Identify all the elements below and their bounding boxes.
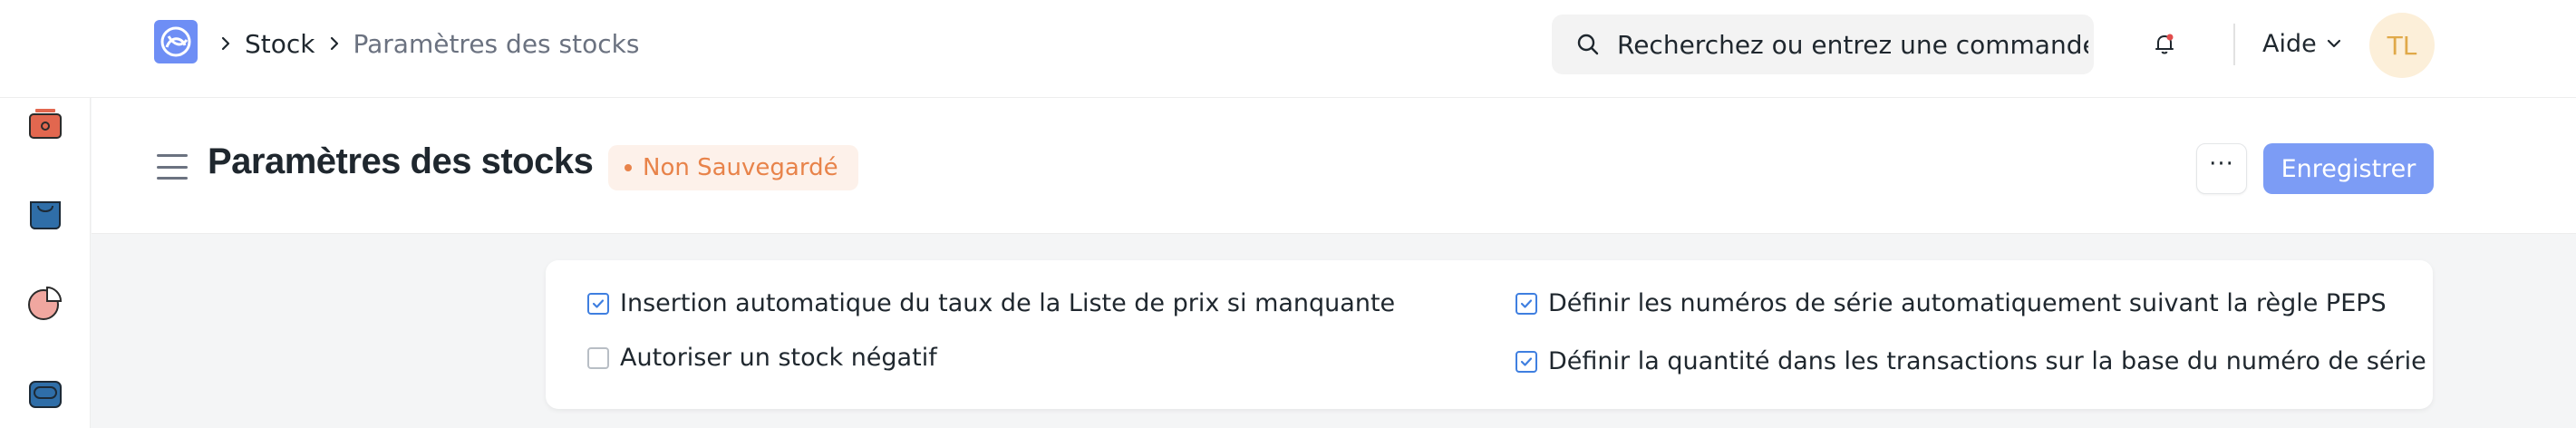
setting-label: Définir les numéros de série automatique…: [1548, 289, 2387, 317]
checkbox-checked[interactable]: [587, 292, 609, 315]
search-input[interactable]: [1617, 29, 2088, 60]
setting-allow-negative-stock[interactable]: Autoriser un stock négatif: [587, 344, 937, 372]
shopping-bag-icon[interactable]: [25, 192, 65, 232]
more-dots-icon: ···: [2209, 151, 2234, 178]
pie-chart-icon[interactable]: [25, 283, 65, 323]
page-header: Paramètres des stocks Non Sauvegardé ···…: [92, 98, 2576, 234]
page-title: Paramètres des stocks: [208, 141, 594, 181]
breadcrumb: Stock Paramètres des stocks: [218, 25, 639, 62]
status-badge: Non Sauvegardé: [608, 145, 858, 190]
top-navbar: Stock Paramètres des stocks Aide TL: [0, 0, 2576, 98]
settings-card: Insertion automatique du taux de la List…: [546, 260, 2433, 409]
breadcrumb-item-current[interactable]: Paramètres des stocks: [353, 29, 640, 59]
help-label: Aide: [2262, 29, 2317, 58]
search-icon: [1575, 32, 1601, 57]
breadcrumb-item-stock[interactable]: Stock: [245, 29, 315, 59]
notification-bell-icon[interactable]: [2148, 27, 2181, 60]
chevron-right-icon: [218, 35, 234, 52]
setting-qty-from-serial[interactable]: Définir la quantité dans les transaction…: [1516, 347, 2426, 375]
navbar-divider: [2233, 24, 2235, 65]
search-bar[interactable]: [1552, 15, 2094, 74]
chevron-down-icon: [2326, 35, 2342, 52]
avatar[interactable]: TL: [2369, 13, 2435, 78]
setting-label: Insertion automatique du taux de la List…: [620, 289, 1396, 317]
save-button[interactable]: Enregistrer: [2263, 143, 2434, 194]
sidebar: [0, 98, 91, 428]
status-dot-icon: [625, 164, 632, 171]
checkbox-checked[interactable]: [1516, 292, 1537, 315]
checkbox-checked[interactable]: [1516, 350, 1537, 373]
setting-label: Définir la quantité dans les transaction…: [1548, 347, 2426, 375]
help-menu-button[interactable]: Aide: [2262, 25, 2342, 62]
setting-label: Autoriser un stock négatif: [620, 344, 937, 372]
stock-box-icon[interactable]: [25, 103, 65, 143]
setting-auto-serial-fifo[interactable]: Définir les numéros de série automatique…: [1516, 289, 2387, 317]
more-actions-button[interactable]: ···: [2196, 143, 2247, 194]
setting-auto-insert-price-rate[interactable]: Insertion automatique du taux de la List…: [587, 289, 1395, 317]
checkbox-unchecked[interactable]: [587, 346, 609, 369]
hamburger-menu-icon[interactable]: [157, 154, 188, 180]
wallet-icon[interactable]: [25, 374, 65, 413]
chevron-right-icon: [326, 35, 343, 52]
status-badge-label: Non Sauvegardé: [643, 154, 838, 181]
app-logo-icon[interactable]: [154, 20, 198, 63]
